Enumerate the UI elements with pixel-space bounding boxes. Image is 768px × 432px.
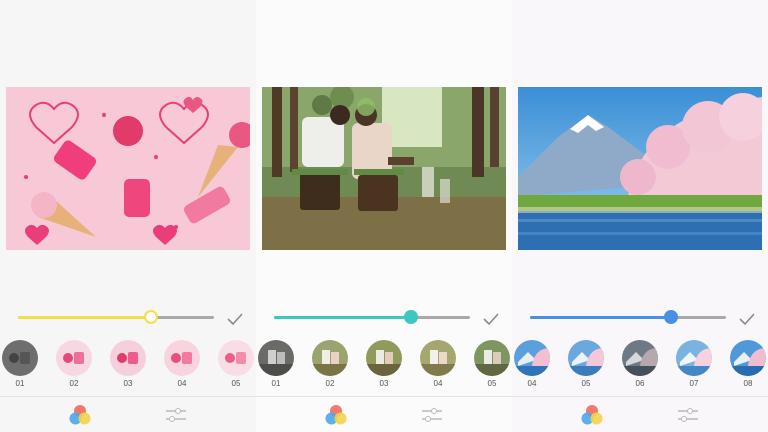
intensity-slider[interactable] [530, 306, 726, 330]
slider-fill [274, 316, 411, 319]
color-filter-icon[interactable] [68, 404, 92, 426]
filter-preview [420, 340, 456, 376]
filter-thumb[interactable]: 02 [310, 338, 350, 394]
filter-label: 02 [325, 379, 335, 388]
adjust-sliders-icon[interactable] [676, 406, 700, 424]
filter-thumb[interactable]: 05 [472, 338, 512, 394]
filter-preview [218, 340, 254, 376]
filter-label: 04 [527, 379, 537, 388]
editor-panel-fuji: 04 05 06 07 08 [512, 0, 768, 432]
filter-strip: 04 05 06 07 08 [512, 338, 768, 394]
photo-preview [262, 87, 506, 250]
filter-thumb[interactable]: 06 [620, 338, 660, 394]
filter-preview [312, 340, 348, 376]
editor-panel-forest: 01 02 03 04 05 [256, 0, 512, 432]
filter-preview [2, 340, 38, 376]
filter-thumb[interactable]: 01 [0, 338, 40, 394]
intensity-slider[interactable] [274, 306, 470, 330]
bottom-toolbar [512, 396, 768, 432]
adjust-sliders-icon[interactable] [164, 406, 188, 424]
photo-preview [6, 87, 250, 250]
filter-label: 07 [689, 379, 699, 388]
color-filter-icon[interactable] [324, 404, 348, 426]
filter-thumb[interactable]: 02 [54, 338, 94, 394]
slider-fill [530, 316, 671, 319]
editor-panel-sweets: 01 02 03 04 05 [0, 0, 256, 432]
filter-strip: 01 02 03 04 05 [0, 338, 256, 394]
filter-label: 01 [271, 379, 281, 388]
slider-thumb[interactable] [664, 310, 678, 324]
slider-thumb[interactable] [404, 310, 418, 324]
filter-thumb[interactable]: 04 [418, 338, 458, 394]
filter-preview [258, 340, 294, 376]
filter-preview [366, 340, 402, 376]
filter-label: 01 [15, 379, 25, 388]
filter-preview [474, 340, 510, 376]
filter-thumb[interactable]: 01 [256, 338, 296, 394]
filter-preview [56, 340, 92, 376]
filter-preview [514, 340, 550, 376]
filter-thumb[interactable]: 07 [674, 338, 714, 394]
filter-strip: 01 02 03 04 05 [256, 338, 512, 394]
filter-preview [676, 340, 712, 376]
filter-label: 03 [123, 379, 133, 388]
slider-fill [18, 316, 151, 319]
filter-label: 08 [743, 379, 753, 388]
filter-thumb[interactable]: 05 [216, 338, 256, 394]
bottom-toolbar [0, 396, 256, 432]
filter-thumb[interactable]: 03 [108, 338, 148, 394]
filter-thumb[interactable]: 03 [364, 338, 404, 394]
check-icon[interactable] [738, 310, 756, 328]
filter-preview [730, 340, 766, 376]
filter-label: 03 [379, 379, 389, 388]
check-icon[interactable] [482, 310, 500, 328]
filter-preview [622, 340, 658, 376]
filter-label: 04 [177, 379, 187, 388]
check-icon[interactable] [226, 310, 244, 328]
filter-thumb[interactable]: 04 [512, 338, 552, 394]
photo-preview [518, 87, 762, 250]
filter-preview [164, 340, 200, 376]
slider-thumb[interactable] [144, 310, 158, 324]
filter-thumb[interactable]: 05 [566, 338, 606, 394]
filter-label: 05 [231, 379, 241, 388]
adjust-sliders-icon[interactable] [420, 406, 444, 424]
filter-preview [568, 340, 604, 376]
color-filter-icon[interactable] [580, 404, 604, 426]
filter-preview [110, 340, 146, 376]
filter-thumb[interactable]: 08 [728, 338, 768, 394]
filter-thumb[interactable]: 04 [162, 338, 202, 394]
intensity-slider[interactable] [18, 306, 214, 330]
filter-label: 05 [581, 379, 591, 388]
filter-label: 06 [635, 379, 645, 388]
filter-label: 02 [69, 379, 79, 388]
filter-label: 05 [487, 379, 497, 388]
filter-label: 04 [433, 379, 443, 388]
bottom-toolbar [256, 396, 512, 432]
